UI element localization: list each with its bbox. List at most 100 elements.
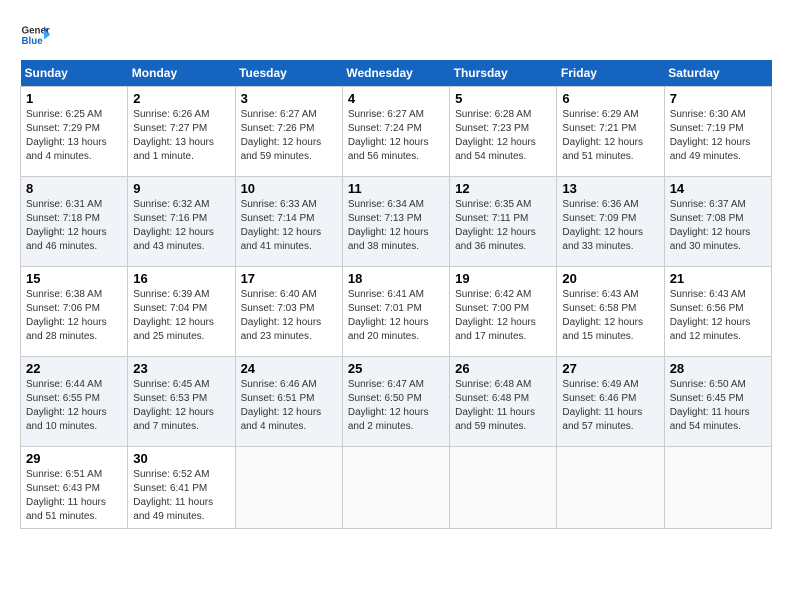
calendar-cell <box>664 447 771 529</box>
cell-info: Sunrise: 6:48 AMSunset: 6:48 PMDaylight:… <box>455 379 535 432</box>
day-header-thursday: Thursday <box>450 60 557 87</box>
cell-info: Sunrise: 6:28 AMSunset: 7:23 PMDaylight:… <box>455 109 536 162</box>
calendar-header-row: SundayMondayTuesdayWednesdayThursdayFrid… <box>21 60 772 87</box>
day-number: 9 <box>133 181 229 196</box>
day-header-sunday: Sunday <box>21 60 128 87</box>
calendar-cell: 15 Sunrise: 6:38 AMSunset: 7:06 PMDaylig… <box>21 267 128 357</box>
svg-text:Blue: Blue <box>22 36 44 47</box>
day-number: 16 <box>133 271 229 286</box>
cell-info: Sunrise: 6:42 AMSunset: 7:00 PMDaylight:… <box>455 289 536 342</box>
cell-info: Sunrise: 6:32 AMSunset: 7:16 PMDaylight:… <box>133 199 214 252</box>
cell-info: Sunrise: 6:46 AMSunset: 6:51 PMDaylight:… <box>241 379 322 432</box>
calendar-cell: 27 Sunrise: 6:49 AMSunset: 6:46 PMDaylig… <box>557 357 664 447</box>
calendar-cell: 16 Sunrise: 6:39 AMSunset: 7:04 PMDaylig… <box>128 267 235 357</box>
calendar-cell: 9 Sunrise: 6:32 AMSunset: 7:16 PMDayligh… <box>128 177 235 267</box>
day-number: 4 <box>348 91 444 106</box>
day-number: 27 <box>562 361 658 376</box>
calendar-cell: 26 Sunrise: 6:48 AMSunset: 6:48 PMDaylig… <box>450 357 557 447</box>
day-number: 5 <box>455 91 551 106</box>
calendar-cell: 2 Sunrise: 6:26 AMSunset: 7:27 PMDayligh… <box>128 87 235 177</box>
calendar-cell: 4 Sunrise: 6:27 AMSunset: 7:24 PMDayligh… <box>342 87 449 177</box>
cell-info: Sunrise: 6:30 AMSunset: 7:19 PMDaylight:… <box>670 109 751 162</box>
day-number: 20 <box>562 271 658 286</box>
day-number: 11 <box>348 181 444 196</box>
day-header-tuesday: Tuesday <box>235 60 342 87</box>
calendar-cell: 24 Sunrise: 6:46 AMSunset: 6:51 PMDaylig… <box>235 357 342 447</box>
cell-info: Sunrise: 6:50 AMSunset: 6:45 PMDaylight:… <box>670 379 750 432</box>
calendar-cell: 22 Sunrise: 6:44 AMSunset: 6:55 PMDaylig… <box>21 357 128 447</box>
cell-info: Sunrise: 6:44 AMSunset: 6:55 PMDaylight:… <box>26 379 107 432</box>
day-header-wednesday: Wednesday <box>342 60 449 87</box>
cell-info: Sunrise: 6:27 AMSunset: 7:24 PMDaylight:… <box>348 109 429 162</box>
calendar-cell: 10 Sunrise: 6:33 AMSunset: 7:14 PMDaylig… <box>235 177 342 267</box>
day-number: 15 <box>26 271 122 286</box>
calendar-cell <box>557 447 664 529</box>
day-number: 14 <box>670 181 766 196</box>
cell-info: Sunrise: 6:40 AMSunset: 7:03 PMDaylight:… <box>241 289 322 342</box>
day-header-saturday: Saturday <box>664 60 771 87</box>
cell-info: Sunrise: 6:38 AMSunset: 7:06 PMDaylight:… <box>26 289 107 342</box>
day-number: 19 <box>455 271 551 286</box>
day-number: 12 <box>455 181 551 196</box>
calendar-cell: 14 Sunrise: 6:37 AMSunset: 7:08 PMDaylig… <box>664 177 771 267</box>
calendar-cell: 11 Sunrise: 6:34 AMSunset: 7:13 PMDaylig… <box>342 177 449 267</box>
calendar-cell: 30 Sunrise: 6:52 AMSunset: 6:41 PMDaylig… <box>128 447 235 529</box>
cell-info: Sunrise: 6:47 AMSunset: 6:50 PMDaylight:… <box>348 379 429 432</box>
day-number: 30 <box>133 451 229 466</box>
day-number: 6 <box>562 91 658 106</box>
day-number: 2 <box>133 91 229 106</box>
day-number: 13 <box>562 181 658 196</box>
cell-info: Sunrise: 6:29 AMSunset: 7:21 PMDaylight:… <box>562 109 643 162</box>
calendar-cell: 8 Sunrise: 6:31 AMSunset: 7:18 PMDayligh… <box>21 177 128 267</box>
calendar-cell: 20 Sunrise: 6:43 AMSunset: 6:58 PMDaylig… <box>557 267 664 357</box>
calendar-cell: 7 Sunrise: 6:30 AMSunset: 7:19 PMDayligh… <box>664 87 771 177</box>
calendar-cell: 18 Sunrise: 6:41 AMSunset: 7:01 PMDaylig… <box>342 267 449 357</box>
day-number: 17 <box>241 271 337 286</box>
calendar-cell <box>450 447 557 529</box>
cell-info: Sunrise: 6:51 AMSunset: 6:43 PMDaylight:… <box>26 469 106 522</box>
calendar-cell: 19 Sunrise: 6:42 AMSunset: 7:00 PMDaylig… <box>450 267 557 357</box>
cell-info: Sunrise: 6:31 AMSunset: 7:18 PMDaylight:… <box>26 199 107 252</box>
calendar-cell: 13 Sunrise: 6:36 AMSunset: 7:09 PMDaylig… <box>557 177 664 267</box>
day-header-monday: Monday <box>128 60 235 87</box>
calendar-table: SundayMondayTuesdayWednesdayThursdayFrid… <box>20 60 772 529</box>
day-number: 8 <box>26 181 122 196</box>
logo: General Blue <box>20 20 50 50</box>
cell-info: Sunrise: 6:39 AMSunset: 7:04 PMDaylight:… <box>133 289 214 342</box>
calendar-cell: 29 Sunrise: 6:51 AMSunset: 6:43 PMDaylig… <box>21 447 128 529</box>
calendar-cell <box>342 447 449 529</box>
calendar-cell: 25 Sunrise: 6:47 AMSunset: 6:50 PMDaylig… <box>342 357 449 447</box>
day-number: 21 <box>670 271 766 286</box>
day-number: 24 <box>241 361 337 376</box>
day-number: 22 <box>26 361 122 376</box>
cell-info: Sunrise: 6:49 AMSunset: 6:46 PMDaylight:… <box>562 379 642 432</box>
page-header: General Blue <box>20 20 772 50</box>
calendar-cell <box>235 447 342 529</box>
calendar-cell: 17 Sunrise: 6:40 AMSunset: 7:03 PMDaylig… <box>235 267 342 357</box>
calendar-cell: 28 Sunrise: 6:50 AMSunset: 6:45 PMDaylig… <box>664 357 771 447</box>
calendar-cell: 6 Sunrise: 6:29 AMSunset: 7:21 PMDayligh… <box>557 87 664 177</box>
cell-info: Sunrise: 6:26 AMSunset: 7:27 PMDaylight:… <box>133 109 214 162</box>
cell-info: Sunrise: 6:41 AMSunset: 7:01 PMDaylight:… <box>348 289 429 342</box>
day-number: 25 <box>348 361 444 376</box>
day-number: 3 <box>241 91 337 106</box>
cell-info: Sunrise: 6:52 AMSunset: 6:41 PMDaylight:… <box>133 469 213 522</box>
calendar-cell: 1 Sunrise: 6:25 AMSunset: 7:29 PMDayligh… <box>21 87 128 177</box>
cell-info: Sunrise: 6:35 AMSunset: 7:11 PMDaylight:… <box>455 199 536 252</box>
calendar-cell: 3 Sunrise: 6:27 AMSunset: 7:26 PMDayligh… <box>235 87 342 177</box>
day-number: 23 <box>133 361 229 376</box>
cell-info: Sunrise: 6:43 AMSunset: 6:56 PMDaylight:… <box>670 289 751 342</box>
cell-info: Sunrise: 6:45 AMSunset: 6:53 PMDaylight:… <box>133 379 214 432</box>
cell-info: Sunrise: 6:37 AMSunset: 7:08 PMDaylight:… <box>670 199 751 252</box>
cell-info: Sunrise: 6:34 AMSunset: 7:13 PMDaylight:… <box>348 199 429 252</box>
cell-info: Sunrise: 6:36 AMSunset: 7:09 PMDaylight:… <box>562 199 643 252</box>
day-number: 10 <box>241 181 337 196</box>
calendar-cell: 23 Sunrise: 6:45 AMSunset: 6:53 PMDaylig… <box>128 357 235 447</box>
calendar-cell: 5 Sunrise: 6:28 AMSunset: 7:23 PMDayligh… <box>450 87 557 177</box>
cell-info: Sunrise: 6:33 AMSunset: 7:14 PMDaylight:… <box>241 199 322 252</box>
calendar-cell: 21 Sunrise: 6:43 AMSunset: 6:56 PMDaylig… <box>664 267 771 357</box>
day-number: 28 <box>670 361 766 376</box>
cell-info: Sunrise: 6:27 AMSunset: 7:26 PMDaylight:… <box>241 109 322 162</box>
day-header-friday: Friday <box>557 60 664 87</box>
logo-icon: General Blue <box>20 20 50 50</box>
